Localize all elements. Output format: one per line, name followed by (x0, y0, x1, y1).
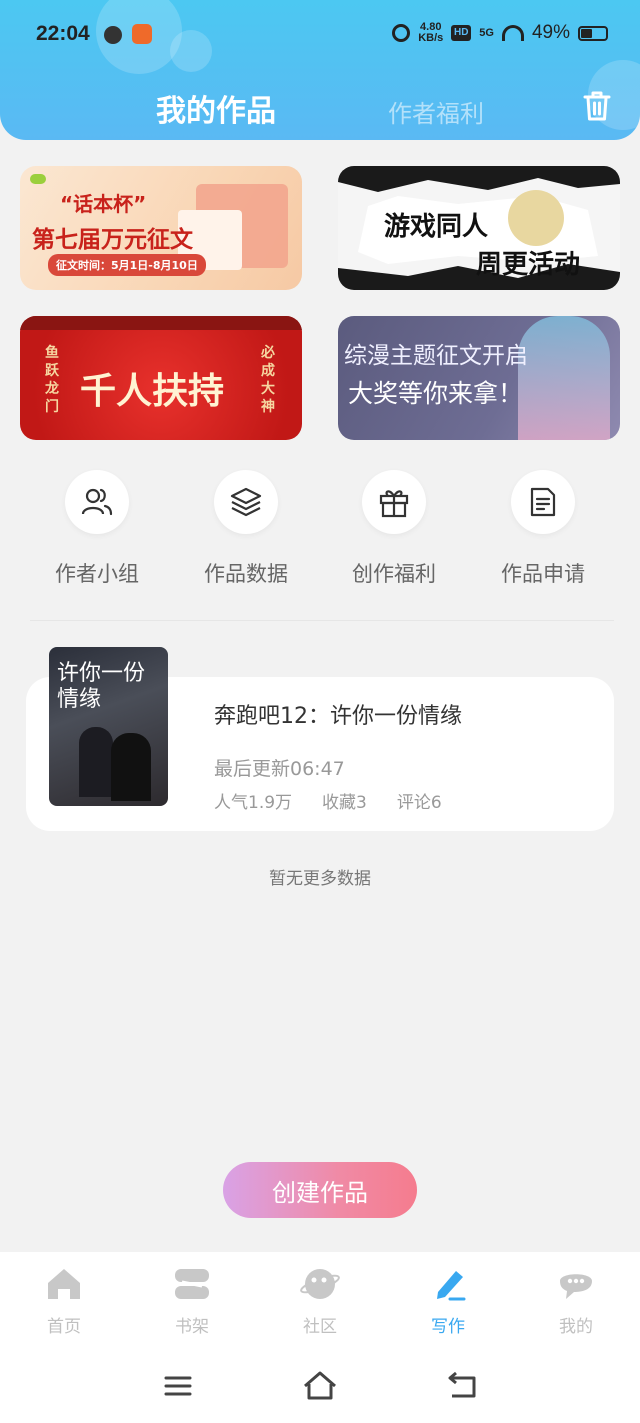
nav-writing[interactable]: 写作 (398, 1266, 498, 1337)
cover-figure (111, 733, 151, 801)
status-icons: 4.80 KB/s HD 5G 49% (392, 22, 608, 44)
banner-1-line1: “话本杯” (60, 192, 147, 216)
anime-character-avatar (508, 190, 564, 246)
back-icon[interactable] (442, 1368, 482, 1404)
banner-3-right-tag: 必成大神 (261, 345, 275, 415)
banner-2-line2: 周更活动 (476, 250, 581, 280)
battery-percent: 49% (531, 22, 570, 43)
nav-label: 首页 (47, 1317, 81, 1337)
quick-action-author-group[interactable]: 作者小组 (37, 470, 157, 588)
globe-icon (104, 26, 122, 44)
work-title[interactable]: 奔跑吧12：许你一份情缘 (214, 698, 462, 730)
hd-icon: HD (451, 25, 472, 41)
wifi-icon (501, 25, 524, 41)
nav-label: 写作 (431, 1317, 465, 1337)
banner-3-line1: 千人扶持 (80, 370, 225, 412)
community-icon (300, 1269, 340, 1299)
work-cover-image[interactable]: 许你一份情缘 (49, 647, 168, 806)
quick-action-label: 创作福利 (352, 562, 436, 586)
battery-icon (578, 25, 608, 41)
alarm-icon (392, 24, 411, 42)
banner-4-line1: 综漫主题征文开启 (344, 343, 528, 369)
anime-character-illustration (518, 316, 610, 440)
work-stats: 人气1.9万 收藏3 评论6 (214, 788, 442, 813)
bookshelf-icon (175, 1269, 209, 1299)
home-icon (48, 1269, 80, 1299)
banner-3-left-tag: 鱼跃龙门 (45, 345, 59, 415)
banner-4-line2: 大奖等你来拿！ (348, 379, 524, 408)
layers-icon (214, 470, 278, 534)
quick-action-work-application[interactable]: 作品申请 (483, 470, 603, 588)
trash-icon[interactable] (582, 90, 612, 122)
banner-anime-contest[interactable]: 综漫主题征文开启 大奖等你来拿！ (338, 316, 620, 440)
system-navigation-bar (0, 1350, 640, 1423)
pen-icon (437, 1271, 466, 1301)
users-icon (65, 470, 129, 534)
system-home-icon[interactable] (300, 1368, 340, 1404)
tab-my-works[interactable]: 我的作品 (156, 86, 276, 130)
banner-essay-contest[interactable]: “话本杯” 第七届万元征文 征文时间：5月1日-8月10日 (20, 166, 302, 290)
nav-label: 社区 (303, 1317, 337, 1337)
work-popularity: 人气1.9万 (214, 793, 293, 813)
status-bar: 22:04 4.80 KB/s HD 5G 49% (0, 0, 640, 70)
no-more-data-text: 暂无更多数据 (269, 869, 371, 889)
nav-home[interactable]: 首页 (14, 1266, 114, 1337)
nav-bookshelf[interactable]: 书架 (142, 1266, 242, 1337)
banner-game-fanfic[interactable]: 游戏同人 周更活动 (338, 166, 620, 290)
nav-label: 我的 (559, 1317, 593, 1337)
nav-label: 书架 (175, 1317, 209, 1337)
quick-action-label: 作品数据 (204, 562, 288, 586)
profile-chat-icon (560, 1274, 592, 1299)
quick-action-label: 作品申请 (501, 562, 585, 586)
quick-action-work-data[interactable]: 作品数据 (186, 470, 306, 588)
tab-author-benefits[interactable]: 作者福利 (388, 94, 484, 129)
quick-action-label: 作者小组 (55, 562, 139, 586)
quick-action-creation-benefits[interactable]: 创作福利 (334, 470, 454, 588)
banner-2-line1: 游戏同人 (384, 212, 489, 242)
status-time: 22:04 (36, 22, 90, 45)
section-divider (30, 620, 614, 621)
work-comments: 评论6 (396, 793, 442, 813)
nav-community[interactable]: 社区 (270, 1266, 370, 1337)
net-speed-unit: KB/s (418, 32, 444, 44)
signal-5g-icon: 5G (479, 27, 494, 39)
menu-icon[interactable] (158, 1368, 198, 1404)
banner-1-line2: 第七届万元征文 (32, 227, 193, 253)
banner-3-top-trim (20, 316, 302, 330)
net-speed: 4.80 KB/s (418, 22, 443, 44)
chat-bubble-icon (30, 174, 46, 184)
nav-profile[interactable]: 我的 (526, 1266, 626, 1337)
banner-1-line3: 征文时间：5月1日-8月10日 (48, 254, 206, 276)
create-work-button[interactable]: 创建作品 (223, 1162, 417, 1218)
work-favorites: 收藏3 (322, 793, 367, 813)
work-last-update: 最后更新06:47 (214, 758, 345, 780)
cover-figure (79, 727, 113, 797)
header: 22:04 4.80 KB/s HD 5G 49% 我的作品 作者福利 (0, 0, 640, 140)
banner-support-program[interactable]: 鱼跃龙门 千人扶持 必成大神 (20, 316, 302, 440)
app-notification-icon (132, 24, 152, 44)
gift-icon (362, 470, 426, 534)
work-cover-title: 许你一份情缘 (57, 661, 146, 712)
document-icon (511, 470, 575, 534)
